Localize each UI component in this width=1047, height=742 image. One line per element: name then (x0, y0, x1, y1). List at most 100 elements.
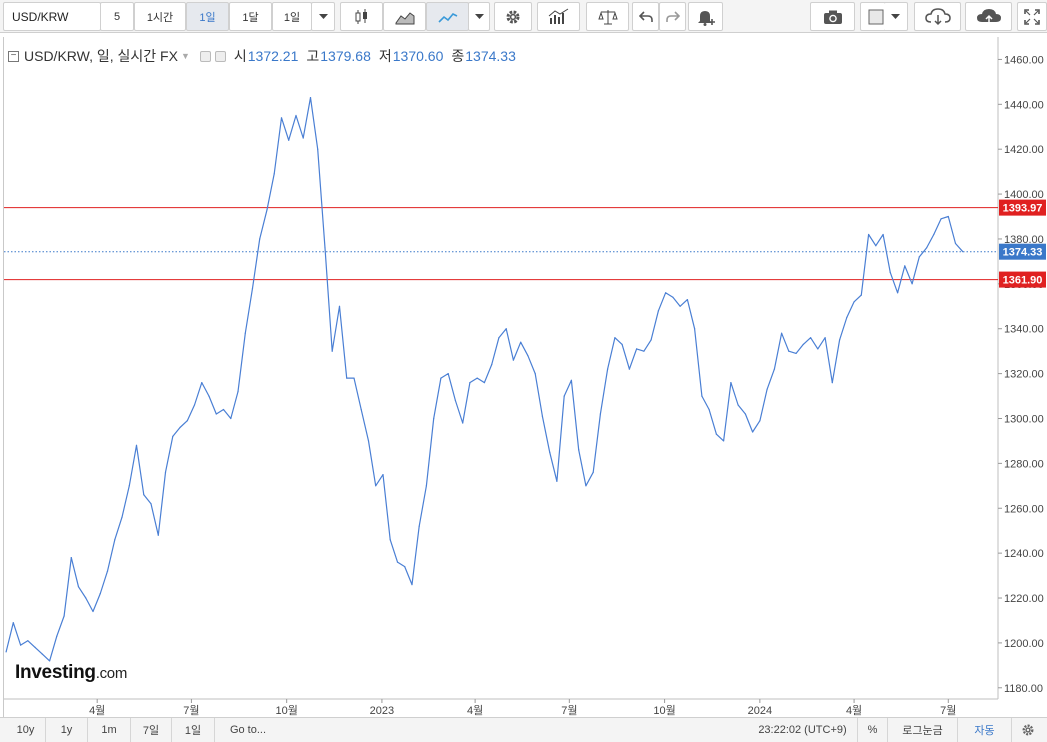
range-10y-button[interactable]: 10y (6, 718, 46, 742)
add-alert-button[interactable] (688, 2, 723, 31)
data-point (534, 373, 536, 375)
screenshot-button[interactable] (810, 2, 855, 31)
data-point (164, 471, 167, 473)
data-point (730, 382, 732, 384)
undo-button[interactable] (632, 2, 659, 31)
data-point (259, 238, 261, 240)
cloud-download-icon (924, 7, 951, 25)
chart-type-dropdown-button[interactable] (468, 2, 490, 31)
data-point (143, 494, 145, 496)
data-point (41, 653, 43, 655)
time-tick-label: 7월 (183, 704, 199, 717)
data-point (12, 622, 14, 624)
data-point (99, 592, 101, 595)
price-series-line (5, 97, 964, 662)
percent-scale-button[interactable]: % (858, 718, 888, 742)
data-point (157, 534, 159, 536)
data-point (77, 586, 80, 588)
layout-dropdown-button[interactable] (884, 2, 908, 31)
data-point (701, 395, 703, 397)
clock-display: 23:22:02 (UTC+9) (748, 718, 858, 742)
data-point (911, 283, 913, 285)
price-tick-label: 1260.00 (1004, 503, 1044, 515)
time-tick-label: 7월 (561, 704, 577, 717)
redo-button[interactable] (659, 2, 686, 31)
price-tick-label: 1320.00 (1004, 369, 1044, 381)
log-scale-button[interactable]: 로그눈금 (888, 718, 958, 742)
load-chart-button[interactable] (914, 2, 961, 31)
data-point (810, 337, 812, 339)
data-point (817, 348, 819, 350)
data-point (63, 615, 65, 617)
chart-properties-button[interactable] (1014, 718, 1042, 742)
time-tick-label: 7월 (940, 704, 956, 717)
interval-1d-button[interactable]: 1일 (186, 2, 229, 31)
settings-small-icon[interactable] (214, 50, 226, 62)
low-label: 저 (378, 48, 392, 64)
last-price-tag: 1374.33 (1003, 247, 1043, 259)
bottom-bar: 10y 1y 1m 7일 1일 Go to... 23:22:02 (UTC+9… (0, 717, 1047, 742)
goto-button[interactable]: Go to... (219, 718, 277, 742)
data-point (462, 422, 464, 424)
candlestick-chart-button[interactable] (340, 2, 383, 31)
data-point (846, 316, 848, 319)
open-label: 시 (233, 48, 247, 64)
data-point (563, 395, 565, 397)
save-chart-button[interactable] (965, 2, 1012, 31)
line-chart-button[interactable] (426, 2, 469, 31)
fullscreen-icon (1024, 8, 1040, 25)
interval-1m-button[interactable]: 1달 (229, 2, 272, 31)
auto-scale-button[interactable]: 자동 (958, 718, 1012, 742)
indicators-button[interactable] (537, 2, 580, 31)
data-point (353, 377, 355, 379)
interval-custom-button[interactable]: 1일 (272, 2, 312, 31)
data-point (621, 343, 623, 345)
range-7d-button[interactable]: 7일 (131, 718, 172, 742)
data-point (92, 610, 94, 613)
data-point (440, 377, 442, 379)
gear-icon (1022, 724, 1034, 736)
compare-button[interactable] (586, 2, 629, 31)
data-point (708, 408, 710, 411)
settings-button[interactable] (494, 2, 532, 31)
area-chart-button[interactable] (383, 2, 426, 31)
data-point (425, 485, 427, 487)
data-point (338, 305, 341, 307)
symbol-input[interactable]: USD/KRW (3, 2, 101, 31)
data-point (208, 395, 210, 397)
data-point (491, 364, 493, 366)
range-1y-button[interactable]: 1y (46, 718, 88, 742)
range-1d-button[interactable]: 1일 (172, 718, 215, 742)
data-point (375, 485, 377, 487)
indicators-icon (548, 8, 568, 24)
price-tick-label: 1340.00 (1004, 324, 1044, 336)
data-point (607, 368, 609, 370)
data-point (860, 294, 862, 296)
chart-frame: 1180.00 1200.00 1220.00 1240.00 1260.00 1280.… (3, 37, 1047, 717)
data-point (418, 525, 420, 527)
collapse-legend-icon[interactable]: − (8, 50, 19, 62)
data-point (962, 251, 964, 253)
fullscreen-button[interactable] (1017, 2, 1047, 31)
data-point (650, 339, 652, 341)
range-1m-button[interactable]: 1m (88, 718, 131, 742)
data-point (469, 382, 471, 384)
price-chart[interactable]: 1180.00 1200.00 1220.00 1240.00 1260.00 1280.… (4, 37, 1047, 717)
chevron-down-icon[interactable]: ▼ (181, 51, 190, 61)
interval-5m-button[interactable]: 5 (100, 2, 134, 31)
data-point (106, 570, 109, 572)
data-point (498, 337, 500, 339)
eye-icon[interactable] (199, 50, 211, 62)
data-point (135, 444, 138, 446)
data-point (954, 242, 957, 245)
line-chart-icon (437, 12, 457, 23)
data-point (454, 399, 456, 402)
data-point (947, 215, 949, 218)
data-point (795, 352, 797, 354)
interval-1h-button[interactable]: 1시간 (134, 2, 186, 31)
hline-price-tag: 1361.90 (1003, 275, 1043, 287)
interval-dropdown-button[interactable] (311, 2, 335, 31)
data-point (27, 640, 29, 642)
high-value: 1379.68 (320, 48, 371, 64)
data-point (360, 408, 362, 411)
